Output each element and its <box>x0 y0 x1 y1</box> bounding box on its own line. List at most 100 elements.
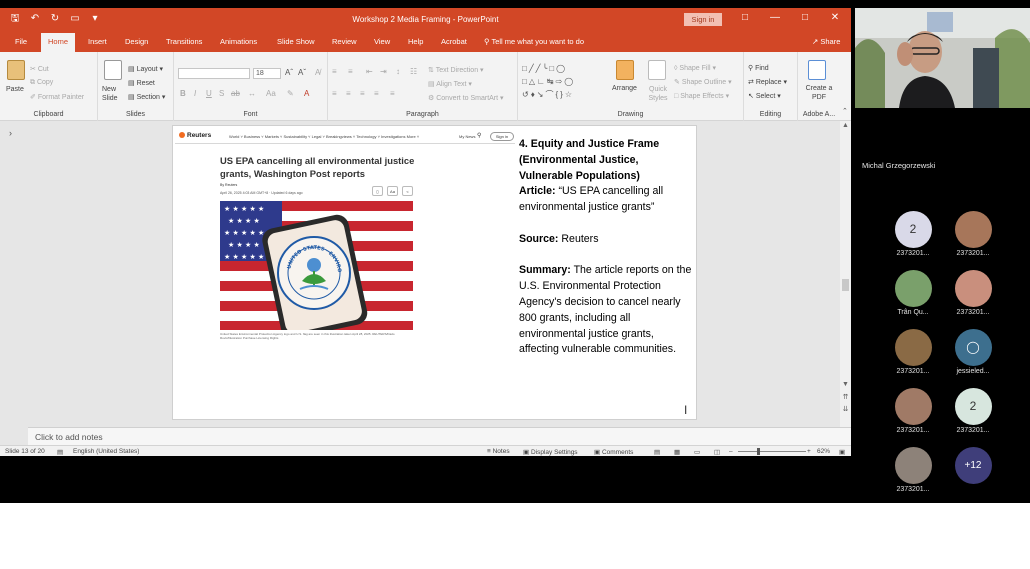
participant-tile[interactable]: 2373201... <box>938 211 1008 257</box>
tab-slide-show[interactable]: Slide Show <box>277 37 315 46</box>
distributed-icon[interactable]: ≡ <box>390 89 395 98</box>
bold-icon[interactable]: B <box>180 89 186 98</box>
next-slide-icon[interactable]: ⇊ <box>840 405 851 413</box>
zoom-slider-thumb[interactable] <box>757 448 760 455</box>
participant-avatar[interactable] <box>894 270 932 307</box>
slide-sorter-icon[interactable]: ▦ <box>674 448 680 456</box>
char-spacing-icon[interactable]: ↔ <box>248 89 256 98</box>
tab-acrobat[interactable]: Acrobat <box>441 37 467 46</box>
zoom-level[interactable]: 62% <box>817 448 830 455</box>
columns-icon[interactable]: ☷ <box>410 67 417 76</box>
line-spacing-icon[interactable]: ↕ <box>396 67 400 76</box>
notes-toggle[interactable]: ≡ Notes <box>487 448 510 455</box>
copy-button[interactable]: ⧉ Copy <box>30 79 53 87</box>
bullets-icon[interactable]: ≡ <box>332 67 337 76</box>
maximize-icon[interactable]: □ <box>798 12 812 26</box>
tab-review[interactable]: Review <box>332 37 357 46</box>
language-indicator[interactable]: English (United States) <box>73 448 139 455</box>
tab-design[interactable]: Design <box>125 37 148 46</box>
align-text-button[interactable]: ▤ Align Text ▾ <box>428 80 472 88</box>
align-left-icon[interactable]: ≡ <box>332 89 337 98</box>
default-user-icon[interactable]: ◯ <box>954 329 992 366</box>
clear-format-icon[interactable]: A̸ <box>315 68 320 77</box>
participant-avatar[interactable]: 2 <box>954 388 992 425</box>
frame-description-textbox[interactable]: 4. Equity and Justice Frame (Environment… <box>519 137 695 374</box>
align-center-icon[interactable]: ≡ <box>346 89 351 98</box>
participant-avatar[interactable] <box>954 270 992 307</box>
italic-icon[interactable]: I <box>194 89 196 98</box>
notes-pane[interactable]: Click to add notes <box>28 427 851 445</box>
participant-tile[interactable]: ◯ jessieled... <box>938 329 1008 375</box>
find-button[interactable]: ⚲ Find <box>748 64 769 72</box>
notes-placeholder[interactable]: Click to add notes <box>35 432 103 442</box>
arrange-button[interactable]: Arrange <box>612 85 637 92</box>
participant-tile[interactable]: +12 <box>938 447 1008 486</box>
strikethrough-icon[interactable]: ab <box>231 89 240 98</box>
participant-avatar[interactable] <box>894 447 932 484</box>
grow-font-icon[interactable]: Aˆ <box>285 68 293 77</box>
participant-tile[interactable]: 2 2373201... <box>938 388 1008 434</box>
participant-avatar[interactable] <box>954 211 992 248</box>
tab-help[interactable]: Help <box>408 37 423 46</box>
new-slide-button[interactable]: New Slide <box>102 85 124 103</box>
tab-insert[interactable]: Insert <box>88 37 107 46</box>
tell-me-search[interactable]: ⚲ Tell me what you want to do <box>484 37 584 46</box>
replace-button[interactable]: ⇄ Replace ▾ <box>748 78 787 86</box>
ribbon-display-icon[interactable]: □ <box>738 12 752 26</box>
participant-tile[interactable]: 2373201... <box>938 270 1008 316</box>
text-direction-button[interactable]: ⇅ Text Direction ▾ <box>428 66 484 74</box>
align-right-icon[interactable]: ≡ <box>360 89 365 98</box>
zoom-out-icon[interactable]: – <box>729 448 733 455</box>
quick-styles-icon[interactable] <box>648 60 666 80</box>
vertical-scrollbar[interactable]: ▲ ▼ ⇈ ⇊ <box>840 121 851 428</box>
comments-button[interactable]: ▣ Comments <box>594 448 633 456</box>
justify-icon[interactable]: ≡ <box>374 89 379 98</box>
decrease-indent-icon[interactable]: ⇤ <box>366 67 373 76</box>
tab-file[interactable]: File <box>15 37 27 46</box>
zoom-in-icon[interactable]: + <box>807 448 811 455</box>
change-case-icon[interactable]: Aa <box>266 89 276 98</box>
select-button[interactable]: ↖ Select ▾ <box>748 92 781 100</box>
scroll-down-icon[interactable]: ▼ <box>840 381 851 388</box>
paste-button[interactable]: Paste <box>6 86 24 93</box>
format-painter-button[interactable]: ✐ Format Painter <box>30 93 84 101</box>
display-settings-button[interactable]: ▣ Display Settings <box>523 448 578 456</box>
slideshow-icon[interactable]: ◫ <box>714 448 720 456</box>
collapse-ribbon-icon[interactable]: ⌃ <box>842 107 848 115</box>
close-icon[interactable]: ✕ <box>828 12 842 26</box>
scroll-up-icon[interactable]: ▲ <box>840 122 851 129</box>
increase-indent-icon[interactable]: ⇥ <box>380 67 387 76</box>
shapes-gallery[interactable]: □╱╱╰□◯ □△∟↹⇨◯ ↺♦↘⌒{}☆ <box>522 62 608 102</box>
shrink-font-icon[interactable]: Aˇ <box>298 68 306 77</box>
previous-slide-icon[interactable]: ⇈ <box>840 393 851 401</box>
share-button[interactable]: ↗ Share <box>812 37 840 46</box>
reading-view-icon[interactable]: ▭ <box>694 448 700 456</box>
font-color-icon[interactable]: A <box>304 89 309 98</box>
section-button[interactable]: ▤ Section ▾ <box>128 93 165 101</box>
highlight-icon[interactable]: ✎ <box>287 89 294 98</box>
tab-home[interactable]: Home <box>41 33 76 52</box>
speaker-video[interactable] <box>855 8 1030 108</box>
spellcheck-icon[interactable]: ▤ <box>57 448 63 456</box>
participant-avatar[interactable] <box>894 329 932 366</box>
participant-avatar[interactable] <box>894 388 932 425</box>
slide-canvas[interactable]: Reuters World ˅ Business ˅ Markets ˅ Sus… <box>172 125 697 420</box>
tab-animations[interactable]: Animations <box>220 37 257 46</box>
new-slide-icon[interactable] <box>104 60 122 80</box>
paste-icon[interactable] <box>7 60 25 80</box>
minimize-icon[interactable]: — <box>768 12 782 26</box>
shape-fill-button[interactable]: ◊ Shape Fill ▾ <box>674 64 716 72</box>
numbering-icon[interactable]: ≡ <box>348 67 353 76</box>
reset-button[interactable]: ▤ Reset <box>128 79 155 87</box>
shadow-icon[interactable]: S <box>219 89 224 98</box>
fit-to-window-icon[interactable]: ▣ <box>839 448 845 456</box>
quick-styles-button[interactable]: Quick Styles <box>644 85 672 103</box>
shape-effects-button[interactable]: □ Shape Effects ▾ <box>674 92 729 100</box>
tab-transitions[interactable]: Transitions <box>166 37 202 46</box>
scrollbar-thumb[interactable] <box>842 279 849 291</box>
tab-view[interactable]: View <box>374 37 390 46</box>
pdf-icon[interactable] <box>808 60 826 80</box>
participant-avatar[interactable]: 2 <box>894 211 932 248</box>
font-name-box[interactable] <box>178 68 250 79</box>
layout-button[interactable]: ▤ Layout ▾ <box>128 65 163 73</box>
